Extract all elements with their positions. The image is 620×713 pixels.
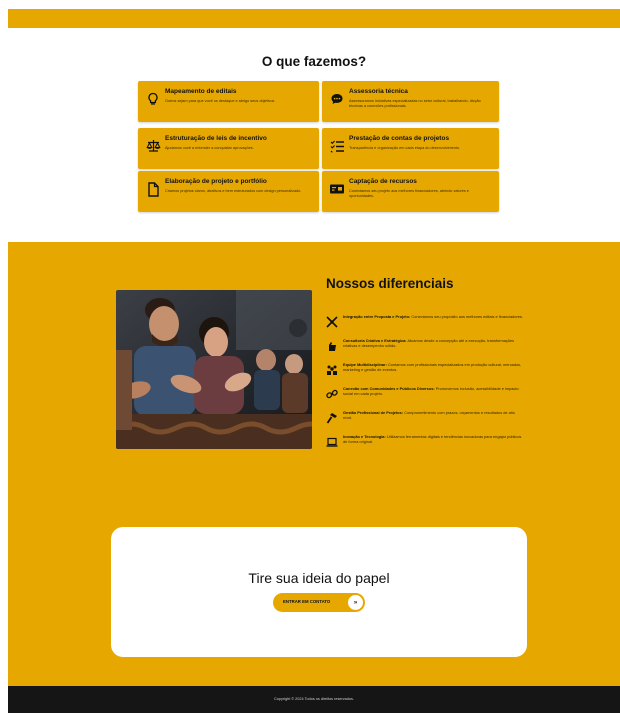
checklist-icon xyxy=(329,138,345,154)
hammer-icon xyxy=(326,411,338,424)
service-card-desc: Conectamos seu projeto aos melhores fina… xyxy=(349,189,469,198)
service-card-elaboracao-projeto[interactable]: Elaboração de projeto e portfólio Criamo… xyxy=(138,171,319,212)
puzzle-icon xyxy=(326,315,338,328)
money-icon xyxy=(329,181,345,197)
differential-item: Consultoria Criativa e Estratégica: Atua… xyxy=(326,337,526,359)
team-icon xyxy=(326,363,338,375)
lightbulb-icon xyxy=(145,91,161,107)
differential-item: Conexão com Comunidades e Públicos Diver… xyxy=(326,385,526,407)
service-card-mapeamento[interactable]: Mapeamento de editais Outros sejam para … xyxy=(138,81,319,122)
differential-title: Integração entre Proposta e Projeto: xyxy=(343,314,411,319)
top-banner xyxy=(8,9,620,28)
service-card-prestacao-contas[interactable]: Prestação de contas de projetos Transpar… xyxy=(322,128,499,169)
document-icon xyxy=(145,181,161,197)
service-card-title: Elaboração de projeto e portfólio xyxy=(165,178,267,185)
service-card-title: Prestação de contas de projetos xyxy=(349,135,450,142)
differential-item: Inovação e Tecnologia: Utilizamos ferram… xyxy=(326,433,526,455)
page: O que fazemos? Mapeamento de editais Out… xyxy=(0,0,620,713)
footer-copyright: Copyright © 2024 Todos os direitos reser… xyxy=(274,697,354,701)
audience-photo xyxy=(116,290,312,449)
contact-button-label: ENTRAR EM CONTATO xyxy=(283,599,331,604)
link-icon xyxy=(326,387,338,399)
service-card-desc: Criamos projetos claros, atrativos e bem… xyxy=(165,189,302,193)
cta-title: Tire sua ideia do papel xyxy=(248,570,390,586)
differentials-title: Nossos diferenciais xyxy=(326,276,454,291)
differential-item: Integração entre Proposta e Projeto: Con… xyxy=(326,313,526,335)
arrow-right-icon: » xyxy=(348,595,363,610)
service-card-captacao-recursos[interactable]: Captação de recursos Conectamos seu proj… xyxy=(322,171,499,212)
service-card-desc: Ajudamos você a entender a conquistar ap… xyxy=(165,146,254,150)
laptop-icon xyxy=(326,435,338,447)
scales-icon xyxy=(145,138,161,154)
footer: Copyright © 2024 Todos os direitos reser… xyxy=(8,686,620,713)
service-card-title: Assessoria técnica xyxy=(349,88,408,95)
service-card-desc: Assessoramos iniciativas especializadas … xyxy=(349,99,481,108)
contact-button[interactable]: ENTRAR EM CONTATO » xyxy=(273,593,365,612)
services-section: O que fazemos? Mapeamento de editais Out… xyxy=(8,28,620,242)
service-card-desc: Outros sejam para que você os destaque e… xyxy=(165,99,276,103)
services-title: O que fazemos? xyxy=(261,54,367,69)
chat-icon xyxy=(329,91,345,107)
service-card-assessoria[interactable]: Assessoria técnica Assessoramos iniciati… xyxy=(322,81,499,122)
hand-icon xyxy=(326,339,338,351)
cta-panel: Tire sua ideia do papel ENTRAR EM CONTAT… xyxy=(111,527,527,657)
differentials-section: Nossos diferenciais Integração entre Pro… xyxy=(8,242,620,686)
differential-item: Gestão Profissional de Projetos: Comprom… xyxy=(326,409,526,431)
differential-item: Equipe Multidisciplinar: Contamos com pr… xyxy=(326,361,526,383)
service-card-title: Mapeamento de editais xyxy=(165,88,237,95)
differential-text: Conectamos seu propósito aos melhores ed… xyxy=(411,314,523,319)
service-card-title: Estruturação de leis de incentivo xyxy=(165,135,267,142)
service-card-desc: Transparência e organização em cada etap… xyxy=(349,146,461,150)
service-card-leis-incentivo[interactable]: Estruturação de leis de incentivo Ajudam… xyxy=(138,128,319,169)
service-card-title: Captação de recursos xyxy=(349,178,417,185)
